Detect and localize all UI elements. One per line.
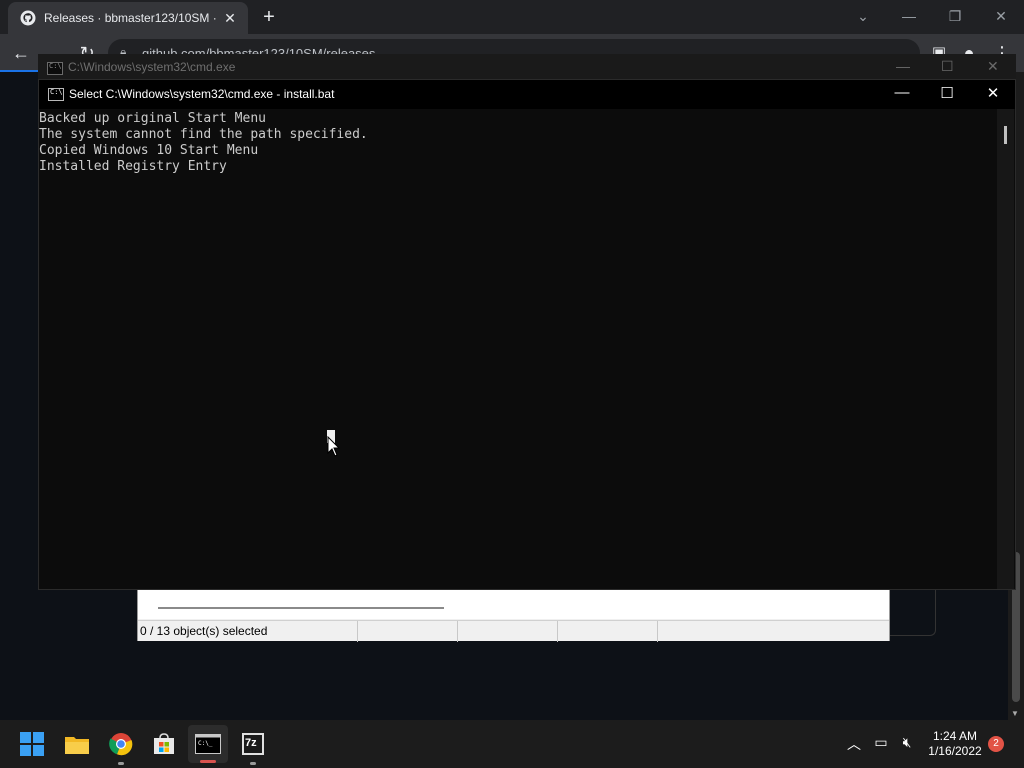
new-tab-button[interactable]: + [258, 6, 280, 28]
running-indicator [250, 762, 256, 765]
taskbar: C:\_ 7z ︿ ▭ 🔇︎ 1:24 AM 1/16/2022 2 [0, 720, 1024, 768]
taskbar-7zip[interactable]: 7z [237, 728, 269, 765]
active-indicator [200, 760, 216, 763]
close-window-icon[interactable]: ✕ [987, 58, 999, 75]
tab-title: Releases · bbmaster123/10SM · G [44, 11, 216, 25]
status-cell [458, 621, 558, 642]
volume-muted-icon[interactable]: 🔇︎ [897, 734, 917, 751]
clock-time: 1:24 AM [932, 729, 978, 743]
clock-date: 1/16/2022 [928, 744, 982, 758]
cmd-window[interactable]: Select C:\Windows\system32\cmd.exe - ins… [38, 79, 1016, 590]
github-icon [20, 10, 36, 26]
status-bar: 0 / 13 object(s) selected [138, 620, 889, 642]
show-hidden-icons[interactable]: ︿ [844, 734, 864, 754]
taskbar-file-explorer[interactable] [61, 728, 93, 760]
network-icon[interactable]: ▭ [871, 734, 891, 751]
folder-icon [65, 737, 89, 754]
maximize-icon[interactable]: ☐ [941, 58, 954, 75]
minimize-icon[interactable]: — [897, 4, 921, 28]
console-output[interactable]: Backed up original Start Menu The system… [39, 111, 999, 175]
cmd-title: Select C:\Windows\system32\cmd.exe - ins… [69, 87, 335, 101]
console-line: Copied Windows 10 Start Menu [39, 143, 259, 158]
console-line: The system cannot find the path specifie… [39, 127, 368, 142]
running-indicator [118, 762, 124, 765]
cmd-icon [48, 88, 64, 101]
console-line: Backed up original Start Menu [39, 111, 266, 126]
close-window-icon[interactable]: ✕ [989, 4, 1013, 28]
mouse-pointer-icon [327, 436, 341, 457]
minimize-icon[interactable]: — [892, 84, 912, 101]
sevenzip-window: 0 / 13 object(s) selected [137, 588, 890, 642]
scroll-down-icon[interactable]: ▼ [1011, 709, 1019, 718]
taskbar-store[interactable] [148, 728, 180, 760]
cmd-scrollbar-thumb[interactable] [1004, 126, 1007, 144]
browser-tab[interactable]: Releases · bbmaster123/10SM · G ✕ [8, 2, 248, 34]
store-icon [154, 733, 174, 754]
start-button[interactable] [16, 728, 48, 760]
close-window-icon[interactable]: ✕ [983, 84, 1003, 102]
tab-search-icon[interactable]: ⌄ [851, 4, 875, 28]
status-selection: 0 / 13 object(s) selected [138, 621, 358, 642]
7zip-label: 7z [245, 737, 257, 749]
status-cell [358, 621, 458, 642]
page-load-indicator [0, 70, 40, 72]
cmd-scrollbar[interactable] [997, 109, 1014, 589]
status-cell [558, 621, 658, 642]
cmd-back-title: C:\Windows\system32\cmd.exe [68, 60, 236, 74]
browser-titlebar: Releases · bbmaster123/10SM · G ✕ + ⌄ — … [0, 0, 1024, 34]
notification-badge[interactable]: 2 [988, 736, 1004, 752]
horizontal-scrollbar-thumb[interactable] [158, 607, 444, 609]
background-panel-edge [890, 590, 936, 636]
close-tab-icon[interactable]: ✕ [222, 10, 238, 26]
svg-text:C:\_: C:\_ [198, 740, 213, 747]
maximize-icon[interactable]: ☐ [937, 84, 957, 102]
windows-start-icon [20, 732, 44, 756]
console-line: Installed Registry Entry [39, 159, 227, 174]
terminal-icon: C:\_ [195, 734, 221, 754]
restore-icon[interactable]: ❐ [943, 4, 967, 28]
clock[interactable]: 1:24 AM 1/16/2022 [922, 729, 988, 759]
back-icon[interactable]: ← [10, 42, 32, 64]
cmd-icon [47, 62, 63, 75]
minimize-icon[interactable]: — [896, 58, 910, 74]
taskbar-chrome[interactable] [105, 728, 137, 765]
cmd-titlebar[interactable]: Select C:\Windows\system32\cmd.exe - ins… [39, 80, 1015, 109]
chrome-icon [109, 733, 133, 756]
horizontal-scrollbar[interactable] [138, 589, 889, 619]
taskbar-cmd[interactable]: C:\_ [188, 725, 228, 763]
